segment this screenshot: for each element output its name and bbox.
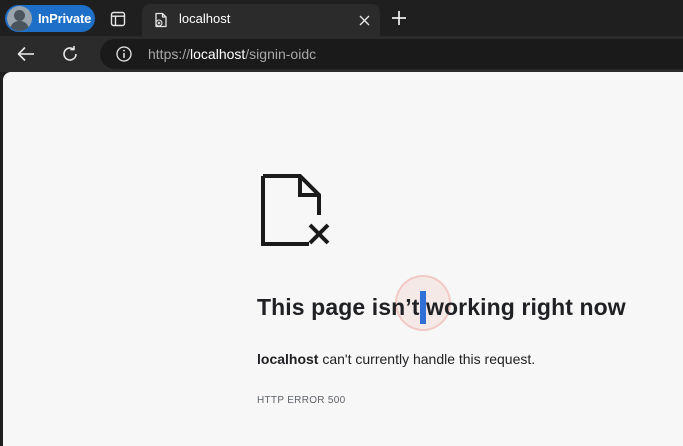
inprivate-label: InPrivate [38,11,92,26]
tab-localhost[interactable]: localhost [142,4,380,36]
page-document-icon [155,12,167,28]
page-content: This page isn’t working right now localh… [3,72,683,446]
avatar-icon [7,6,32,31]
tab-title: localhost [179,11,231,26]
back-button[interactable] [14,42,38,66]
error-code: HTTP ERROR 500 [257,395,346,406]
new-tab-button[interactable] [389,8,409,28]
address-bar[interactable]: https://localhost/signin-oidc [100,39,683,69]
url-scheme: https:// [148,46,191,62]
tab-strip: InPrivate localhost [0,0,683,36]
back-arrow-icon [17,46,34,62]
text-caret [420,291,426,324]
error-message-host: localhost [257,351,319,367]
plus-icon [392,11,406,25]
info-icon[interactable] [116,46,132,62]
tab-actions-icon [110,11,126,27]
close-icon [359,15,369,25]
tab-close-button[interactable] [356,12,372,28]
error-message: localhost can't currently handle this re… [257,351,535,367]
error-heading-part2: working right now [426,294,626,320]
inprivate-profile-button[interactable]: InPrivate [5,5,95,32]
tab-actions-button[interactable] [105,6,131,32]
browser-window: InPrivate localhost https://localhost/si… [0,0,683,446]
url-path: /signin-oidc [245,46,317,62]
error-heading: This page isn’t working right now [257,294,626,321]
url-host: localhost [190,46,246,62]
broken-document-icon [261,174,330,246]
refresh-button[interactable] [58,42,82,66]
error-message-text: can't currently handle this request. [318,351,536,367]
url-text[interactable]: https://localhost/signin-oidc [148,46,316,62]
error-heading-part1: This page isn’t [257,294,420,320]
toolbar: https://localhost/signin-oidc [0,36,683,72]
refresh-icon [63,46,77,61]
